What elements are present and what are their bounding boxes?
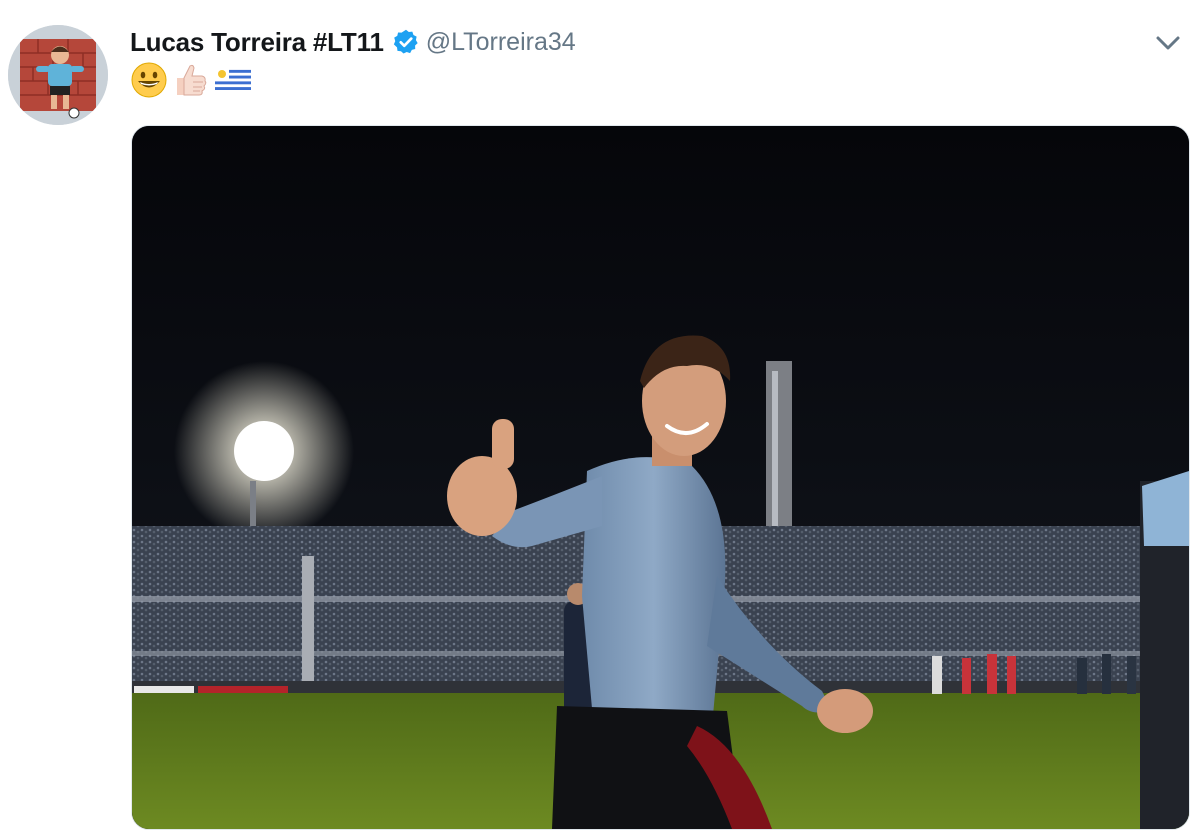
thumbs-up-icon [172, 61, 210, 99]
tweet-text [130, 60, 252, 100]
grinning-face-icon [130, 61, 168, 99]
tweet-header: Lucas Torreira #LT11 @LTorreira34 [130, 22, 576, 62]
author-avatar[interactable] [8, 25, 108, 125]
author-name[interactable]: Lucas Torreira #LT11 [130, 27, 384, 58]
tweet-media-photo[interactable] [131, 125, 1190, 830]
chevron-down-icon[interactable] [1152, 30, 1184, 56]
author-handle[interactable]: @LTorreira34 [426, 28, 576, 57]
verified-badge-icon [392, 28, 420, 56]
flag-uruguay-icon [214, 61, 252, 99]
